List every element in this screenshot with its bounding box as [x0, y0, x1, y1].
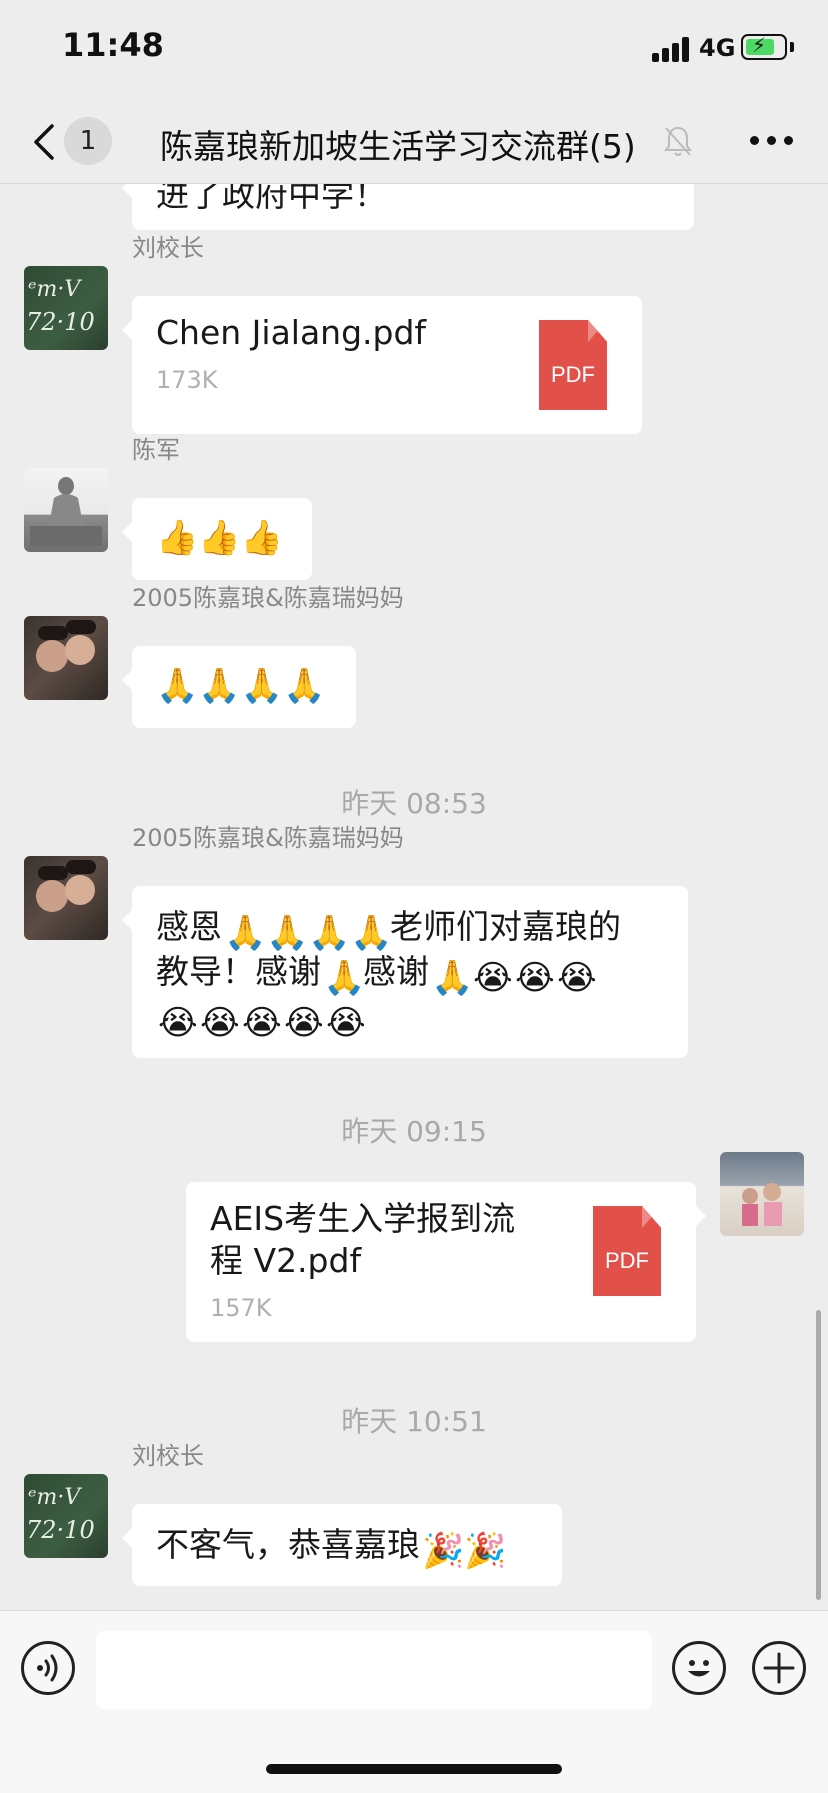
file-message-bubble[interactable]: AEIS考生入学报到流 程 V2.pdf 157K PDF [186, 1182, 706, 1342]
svg-text:ᵉm·V: ᵉm·V [28, 1485, 82, 1510]
avatar-self[interactable] [720, 1152, 804, 1236]
back-chevron-icon[interactable] [26, 122, 66, 162]
battery-icon: ⚡ [741, 33, 787, 60]
file-size: 157K [210, 1294, 272, 1322]
message-text-part: 教导！感谢 [156, 952, 321, 991]
more-options-icon[interactable] [750, 136, 794, 148]
svg-text:72·10: 72·10 [26, 1516, 95, 1544]
avatar-mom[interactable] [24, 616, 108, 700]
timestamp: 昨天 08:53 [341, 787, 487, 820]
svg-text:72·10: 72·10 [26, 308, 95, 336]
smiley-icon [688, 1660, 710, 1677]
chat-header: 1 陈嘉琅新加坡生活学习交流群(5) [0, 100, 828, 184]
pdf-file-icon: PDF [539, 320, 607, 410]
plus-icon [763, 1652, 795, 1684]
pray-emoji-icon: 🙏 [308, 912, 351, 953]
home-indicator[interactable] [266, 1764, 562, 1774]
crying-emoji-icon: 😭 [158, 1002, 198, 1043]
chalkboard-avatar-image: ᵉm·V 72·10 [26, 1485, 95, 1544]
message-list[interactable]: 进了政府中学！ ᵉm·V 72·10 刘校长 Chen Jialang.pdf … [0, 184, 828, 1610]
party-popper-emoji-icon: 🎉 [464, 1530, 507, 1571]
network-label: 4G [699, 34, 736, 62]
svg-text:ᵉm·V: ᵉm·V [28, 277, 82, 302]
message-input[interactable] [96, 1631, 652, 1709]
message-emojis: 🙏🙏🙏🙏 [156, 666, 326, 706]
crying-emoji-icon: 😭 [557, 957, 597, 998]
sender-name: 刘校长 [132, 1442, 204, 1470]
message-text-part: 感恩 [156, 907, 222, 946]
pray-emoji-icon: 🙏 [323, 957, 366, 998]
crying-emoji-icon: 😭 [326, 1002, 366, 1043]
file-message-bubble[interactable]: Chen Jialang.pdf 173K PDF [122, 296, 642, 434]
scrollbar[interactable] [816, 1310, 821, 1600]
message-text: 感恩🙏🙏🙏🙏老师们对嘉琅的 教导！感谢🙏感谢🙏😭😭😭 😭😭😭😭😭 [156, 904, 676, 1043]
pray-emoji-icon: 🙏 [266, 912, 309, 953]
family-photo-avatar-image [742, 1183, 782, 1226]
status-time: 11:48 [62, 26, 164, 64]
statue-avatar-image [30, 477, 102, 546]
timestamp: 昨天 10:51 [341, 1405, 487, 1438]
pray-emoji-icon: 🙏 [350, 912, 393, 953]
more-functions-button[interactable] [752, 1641, 806, 1695]
message-text: 进了政府中学！ [156, 184, 387, 214]
sender-name: 刘校长 [132, 234, 204, 262]
pray-emoji-icon: 🙏 [431, 957, 474, 998]
emoji-message-bubble[interactable]: 👍👍👍 [122, 498, 312, 580]
message-text: 不客气，恭喜嘉琅🎉🎉 [156, 1522, 507, 1571]
avatar-liu[interactable]: ᵉm·V 72·10 [24, 1474, 108, 1558]
battery-cap [790, 42, 794, 52]
crying-emoji-icon: 😭 [284, 1002, 324, 1043]
sender-name: 2005陈嘉琅&陈嘉瑞妈妈 [132, 824, 404, 852]
emoji-message-bubble[interactable]: 🙏🙏🙏🙏 [122, 646, 356, 728]
emoji-button[interactable] [672, 1641, 726, 1695]
mute-bell-icon [664, 126, 692, 156]
party-popper-emoji-icon: 🎉 [422, 1530, 465, 1571]
sender-name: 2005陈嘉琅&陈嘉瑞妈妈 [132, 584, 404, 612]
message-text-part: 老师们对嘉琅的 [390, 907, 621, 946]
avatar-chenjun[interactable] [24, 468, 108, 552]
avatar-liu[interactable]: ᵉm·V 72·10 [24, 266, 108, 350]
file-name-line2: 程 V2.pdf [210, 1241, 362, 1280]
pdf-file-icon: PDF [593, 1206, 661, 1296]
photo-avatar-image [36, 620, 96, 672]
text-message-bubble[interactable]: 感恩🙏🙏🙏🙏老师们对嘉琅的 教导！感谢🙏感谢🙏😭😭😭 😭😭😭😭😭 [122, 886, 688, 1058]
unread-count-badge[interactable]: 1 [64, 117, 112, 165]
signal-icon [652, 36, 692, 62]
file-name-line1: AEIS考生入学报到流 [210, 1199, 516, 1238]
crying-emoji-icon: 😭 [473, 957, 513, 998]
status-bar: 11:48 4G ⚡ [0, 0, 828, 100]
message-emojis: 👍👍👍 [156, 518, 284, 558]
photo-avatar-image [36, 860, 96, 912]
voice-waves-icon [37, 1654, 58, 1682]
avatar-mom[interactable] [24, 856, 108, 940]
crying-emoji-icon: 😭 [200, 1002, 240, 1043]
file-name: Chen Jialang.pdf [156, 313, 427, 352]
sender-name: 陈军 [132, 436, 180, 464]
message-text-part: 感谢 [363, 952, 429, 991]
file-size: 173K [156, 366, 218, 394]
chat-title: 陈嘉琅新加坡生活学习交流群(5) [160, 127, 636, 166]
text-message-bubble[interactable]: 不客气，恭喜嘉琅🎉🎉 [122, 1504, 562, 1586]
crying-emoji-icon: 😭 [242, 1002, 282, 1043]
message-bubble-partial[interactable]: 进了政府中学！ [122, 184, 694, 230]
crying-emoji-icon: 😭 [515, 957, 555, 998]
timestamp: 昨天 09:15 [341, 1115, 487, 1148]
pray-emoji-icon: 🙏 [224, 912, 267, 953]
message-text-part: 不客气，恭喜嘉琅 [156, 1525, 420, 1564]
chalkboard-avatar-image: ᵉm·V 72·10 [26, 277, 95, 336]
voice-input-button[interactable] [21, 1641, 75, 1695]
